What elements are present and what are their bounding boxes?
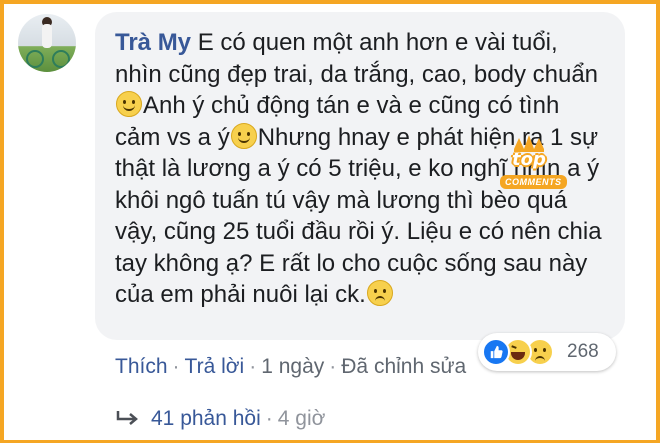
reply-arrow-icon (116, 411, 138, 425)
comment-actions: Thích · Trả lời · 1 ngày · Đã chỉnh sửa (115, 355, 466, 379)
replies-row[interactable]: 41 phản hồi · 4 giờ (115, 407, 325, 431)
separator-dot: · (329, 355, 337, 378)
badge-comments-label: COMMENTS (500, 175, 567, 189)
comment-time[interactable]: 1 ngày (261, 355, 324, 378)
sad-emoji-icon (366, 280, 393, 306)
like-link[interactable]: Thích (115, 355, 168, 378)
like-icon (482, 338, 510, 366)
replies-count-link[interactable]: 41 phản hồi (151, 407, 261, 430)
smile-emoji-icon (116, 91, 142, 117)
avatar-bike-wheel (52, 50, 70, 68)
avatar-bike-wheel (26, 50, 44, 68)
separator-dot: · (249, 355, 257, 378)
badge-top-label: top (512, 149, 546, 170)
frame-border-right (656, 0, 660, 443)
frame-border-left (0, 0, 4, 443)
comment-author[interactable]: Trà My (115, 29, 191, 56)
reaction-count: 268 (567, 341, 599, 362)
reactions-summary[interactable]: 268 (478, 333, 616, 371)
separator-dot: · (265, 407, 273, 430)
avatar[interactable] (18, 14, 76, 72)
smile-emoji-icon (230, 122, 257, 149)
avatar-person (42, 24, 52, 48)
frame-border-top (0, 0, 660, 4)
top-comments-badge: top COMMENTS (498, 135, 567, 205)
separator-dot: · (172, 355, 180, 378)
replies-time: 4 giờ (277, 407, 326, 430)
edited-label[interactable]: Đã chỉnh sửa (341, 355, 466, 378)
reply-link[interactable]: Trả lời (185, 355, 245, 378)
